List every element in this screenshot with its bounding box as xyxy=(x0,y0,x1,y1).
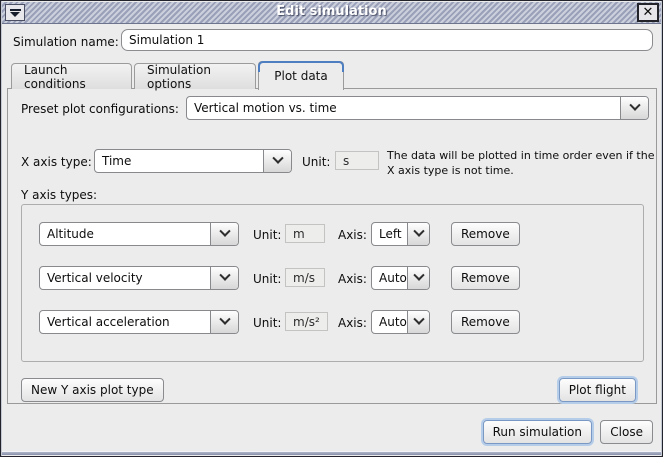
remove-button-2[interactable]: Remove xyxy=(451,266,520,290)
preset-selected-value: Vertical motion vs. time xyxy=(187,97,620,119)
y-type-select-1[interactable]: Altitude xyxy=(39,222,239,246)
y-type-dropdown-button[interactable] xyxy=(210,311,238,333)
tab-label: Simulation options xyxy=(147,63,243,91)
unit-value-3: m/s² xyxy=(285,312,328,331)
window-bottom-border xyxy=(2,451,661,455)
tab-label: Launch conditions xyxy=(24,63,119,91)
titlebar[interactable]: Edit simulation ✕ xyxy=(2,2,661,24)
chevron-down-icon xyxy=(413,270,424,281)
preset-dropdown-button[interactable] xyxy=(620,97,648,119)
new-y-axis-plot-type-button[interactable]: New Y axis plot type xyxy=(21,378,164,402)
axis-label: Axis: xyxy=(338,316,367,330)
run-simulation-button[interactable]: Run simulation xyxy=(483,420,592,444)
x-axis-dropdown-button[interactable] xyxy=(263,150,291,172)
tab-plot-data[interactable]: Plot data xyxy=(258,61,344,90)
new-y-axis-label: New Y axis plot type xyxy=(31,383,154,397)
chevron-down-icon xyxy=(413,314,424,325)
remove-label: Remove xyxy=(461,227,510,241)
close-button[interactable]: Close xyxy=(600,420,653,444)
remove-button-3[interactable]: Remove xyxy=(451,310,520,334)
remove-button-1[interactable]: Remove xyxy=(451,222,520,246)
x-axis-unit-label: Unit: xyxy=(302,155,330,169)
unit-text: m xyxy=(293,227,305,241)
tab-label: Plot data xyxy=(274,69,327,83)
unit-value-1: m xyxy=(285,224,325,243)
simulation-name-label: Simulation name: xyxy=(13,35,119,49)
time-order-note: The data will be plotted in time order e… xyxy=(387,148,659,178)
remove-label: Remove xyxy=(461,315,510,329)
unit-text: m/s² xyxy=(293,315,320,329)
y-axis-types-label: Y axis types: xyxy=(21,188,97,202)
run-simulation-label: Run simulation xyxy=(493,425,582,439)
y-type-select-2[interactable]: Vertical velocity xyxy=(39,266,239,290)
simulation-name-value: Simulation 1 xyxy=(129,33,204,47)
axis-value: Auto xyxy=(372,267,407,289)
x-axis-type-select[interactable]: Time xyxy=(94,149,292,173)
y-type-dropdown-button[interactable] xyxy=(210,267,238,289)
axis-select-2[interactable]: Auto xyxy=(371,266,430,290)
axis-value: Left xyxy=(372,223,407,245)
preset-configurations-select[interactable]: Vertical motion vs. time xyxy=(186,96,649,120)
y-type-select-3[interactable]: Vertical acceleration xyxy=(39,310,239,334)
preset-configurations-label: Preset plot configurations: xyxy=(21,102,179,116)
simulation-name-input[interactable]: Simulation 1 xyxy=(121,29,653,51)
chevron-down-icon xyxy=(413,226,424,237)
axis-label: Axis: xyxy=(338,272,367,286)
unit-label: Unit: xyxy=(253,228,281,242)
y-type-dropdown-button[interactable] xyxy=(210,223,238,245)
chevron-down-icon xyxy=(629,100,640,111)
y-type-value: Altitude xyxy=(40,223,210,245)
edit-simulation-dialog: Edit simulation ✕ Simulation name: Simul… xyxy=(0,0,663,457)
x-axis-unit-value: s xyxy=(335,151,379,170)
chevron-down-icon xyxy=(219,226,230,237)
tab-simulation-options[interactable]: Simulation options xyxy=(134,63,256,89)
y-type-value: Vertical acceleration xyxy=(40,311,210,333)
remove-label: Remove xyxy=(461,271,510,285)
x-axis-type-label: X axis type: xyxy=(21,155,92,169)
tab-bar: Launch conditions Simulation options Plo… xyxy=(9,60,344,89)
axis-select-1[interactable]: Left xyxy=(371,222,430,246)
unit-label: Unit: xyxy=(253,316,281,330)
window-close-button[interactable]: ✕ xyxy=(637,3,659,22)
close-label: Close xyxy=(610,425,643,439)
x-axis-selected-value: Time xyxy=(95,150,263,172)
chevron-down-icon xyxy=(219,270,230,281)
unit-text: s xyxy=(343,154,349,168)
chevron-down-icon xyxy=(219,314,230,325)
plot-flight-label: Plot flight xyxy=(569,383,626,397)
plot-flight-button[interactable]: Plot flight xyxy=(559,378,636,402)
axis-label: Axis: xyxy=(338,228,367,242)
axis-dropdown-button[interactable] xyxy=(407,311,429,333)
axis-value: Auto xyxy=(372,311,407,333)
axis-dropdown-button[interactable] xyxy=(407,223,429,245)
y-type-value: Vertical velocity xyxy=(40,267,210,289)
window-title: Edit simulation xyxy=(2,4,661,19)
axis-dropdown-button[interactable] xyxy=(407,267,429,289)
axis-select-3[interactable]: Auto xyxy=(371,310,430,334)
close-icon: ✕ xyxy=(643,6,654,19)
tab-launch-conditions[interactable]: Launch conditions xyxy=(11,63,132,89)
chevron-down-icon xyxy=(272,153,283,164)
unit-value-2: m/s xyxy=(285,268,325,287)
unit-label: Unit: xyxy=(253,272,281,286)
unit-text: m/s xyxy=(293,271,315,285)
